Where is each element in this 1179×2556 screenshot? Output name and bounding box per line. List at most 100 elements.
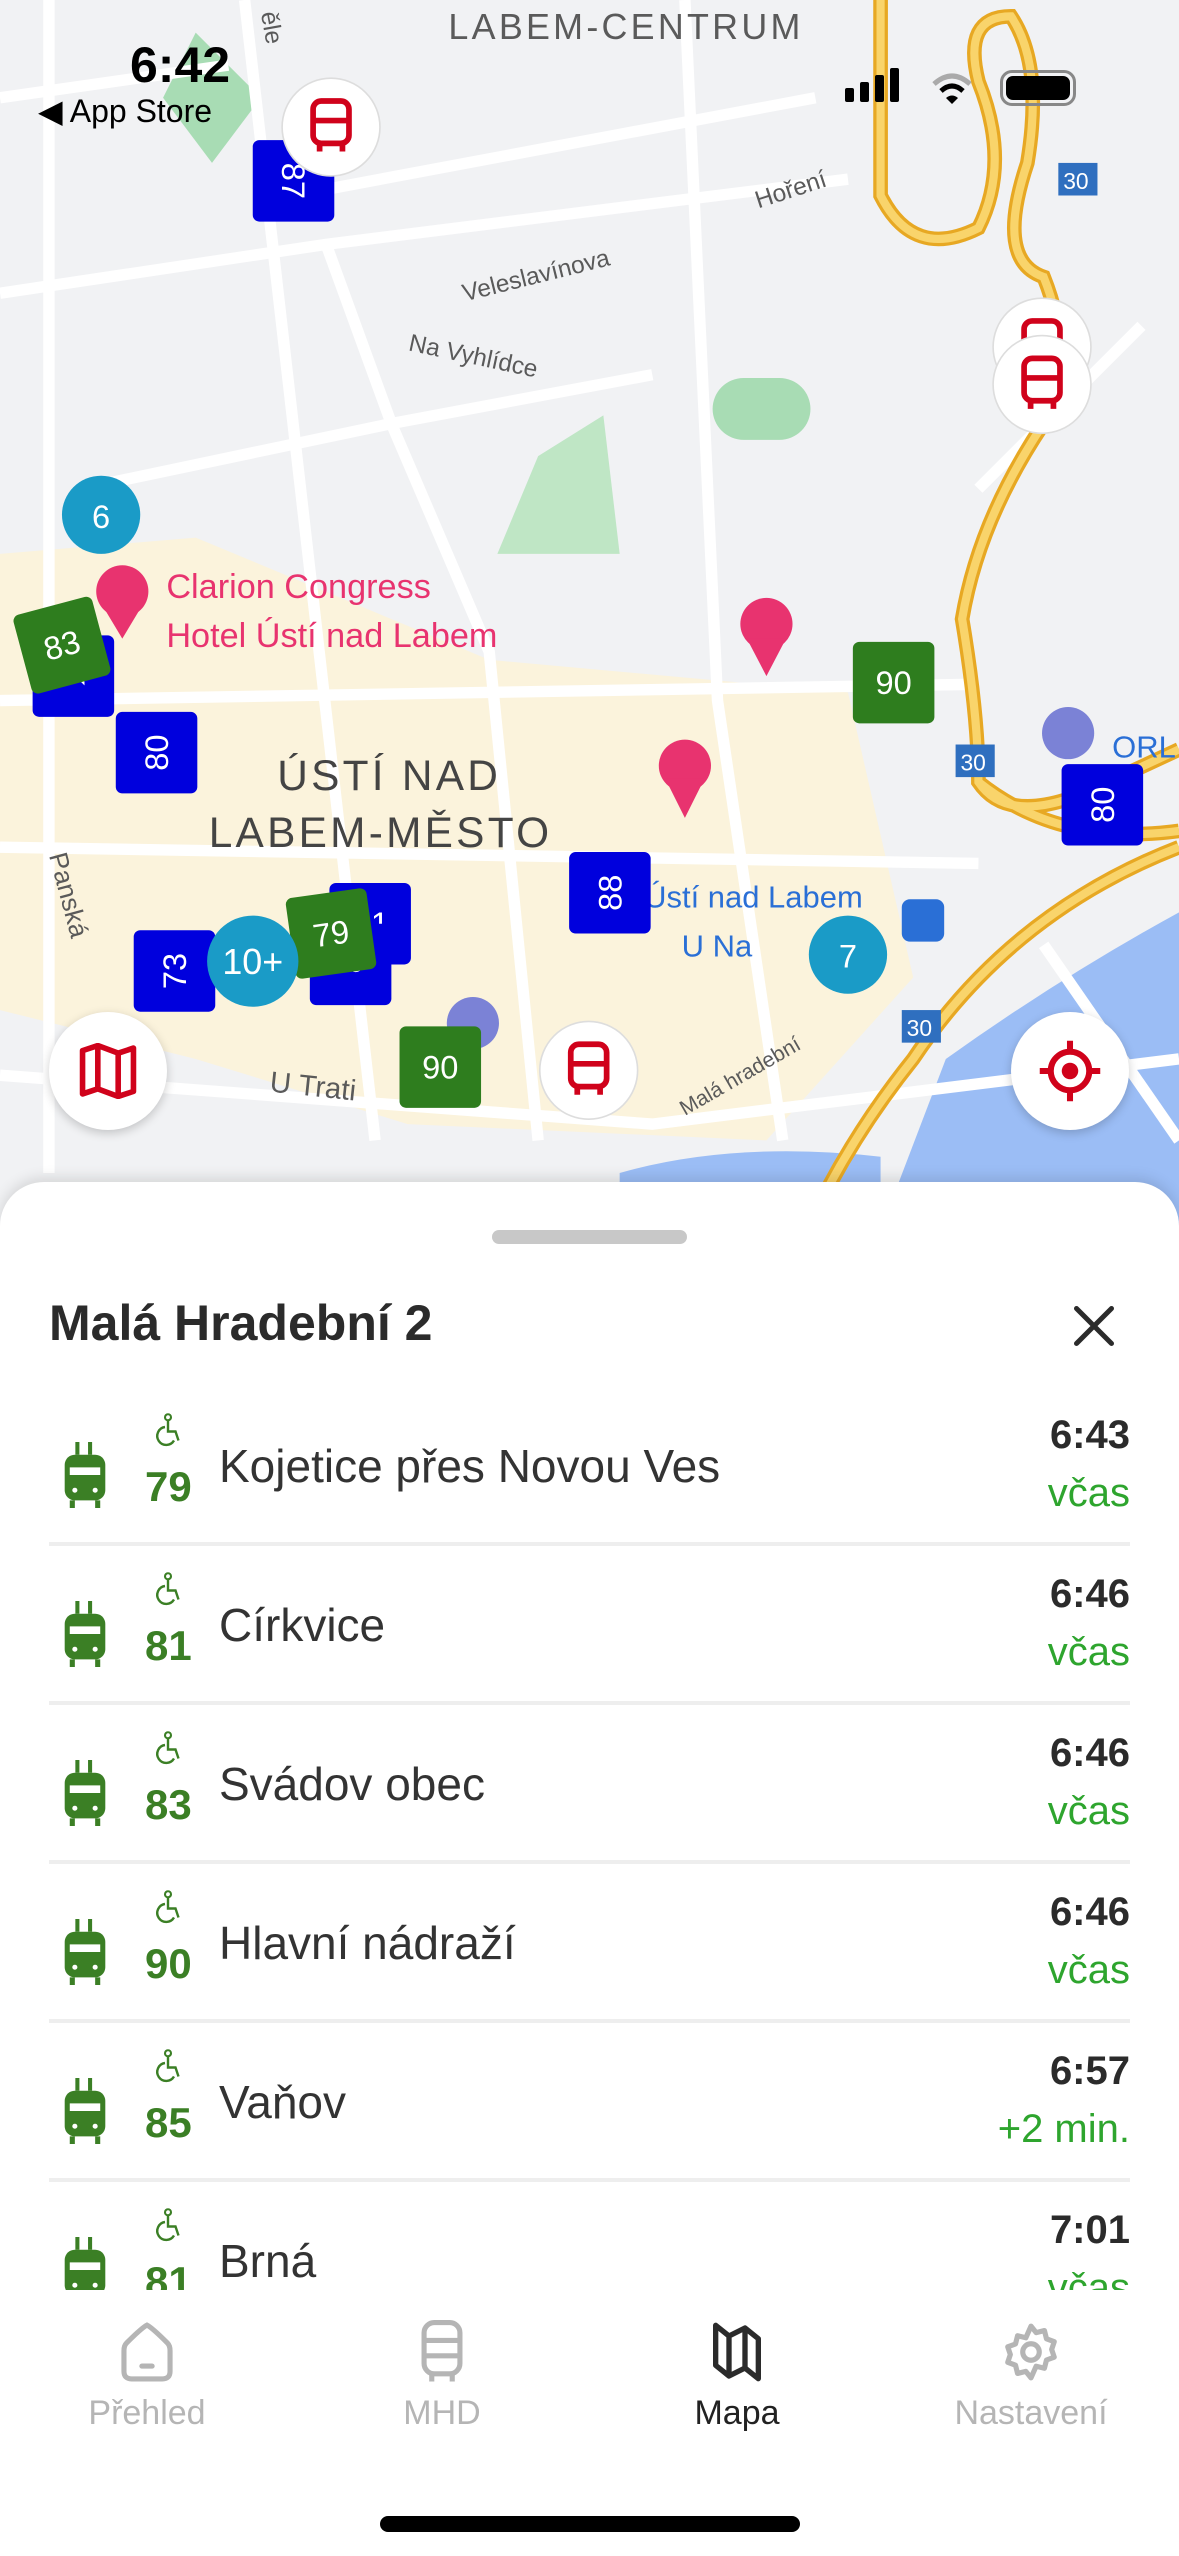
- delay-status: včas: [1047, 1471, 1130, 1515]
- line-marker-80[interactable]: 80: [115, 711, 198, 794]
- wheelchair-icon: [156, 2208, 180, 2242]
- map-layers-button[interactable]: [49, 1012, 167, 1130]
- line-number: 83: [145, 1781, 192, 1828]
- departure-row[interactable]: 79 Kojetice přes Novou Ves 6:43 včas: [49, 1387, 1130, 1546]
- departure-time: 6:57: [1049, 2049, 1130, 2093]
- battery-icon: [1000, 70, 1076, 106]
- map-icon: [79, 1043, 137, 1099]
- destination: Církvice: [219, 1599, 386, 1651]
- poi-label: ORL: [1112, 730, 1176, 765]
- line-number: 90: [145, 1940, 192, 1987]
- map-label: LABEM-MĚSTO: [209, 809, 553, 856]
- svg-text:79: 79: [310, 913, 351, 955]
- tab-label: MHD: [403, 2394, 481, 2432]
- line-marker-80[interactable]: 80: [1061, 764, 1144, 846]
- svg-text:10+: 10+: [222, 942, 283, 982]
- delay-status: včas: [1047, 1789, 1130, 1833]
- bus-icon: [421, 2320, 463, 2382]
- wifi-icon: [932, 73, 972, 104]
- departure-time: 7:01: [1049, 2208, 1130, 2252]
- road-shield: 30: [1063, 168, 1088, 194]
- map-view[interactable]: LABEM-CENTRUM Hoření Veleslavínova Na Vy…: [0, 0, 1179, 1230]
- signal-icon: [845, 68, 899, 102]
- delay-status: včas: [1047, 2266, 1130, 2291]
- bus-stop-marker[interactable]: [992, 334, 1092, 435]
- tab-label: Mapa: [694, 2394, 780, 2432]
- tab-label: Nastavení: [954, 2394, 1108, 2432]
- back-to-app-store[interactable]: ◀ App Store: [38, 92, 212, 130]
- delay-status: včas: [1047, 1948, 1130, 1992]
- station-label: U Na: [682, 928, 753, 963]
- map-label: Na Vyhlídce: [406, 330, 540, 384]
- tab-mapa[interactable]: Mapa: [617, 2320, 857, 2433]
- wheelchair-icon: [156, 1731, 180, 1765]
- tab-label: Přehled: [88, 2394, 206, 2432]
- departure-time: 6:46: [1049, 1890, 1130, 1934]
- departures-list[interactable]: 79 Kojetice přes Novou Ves 6:43 včas 81 …: [0, 1387, 1179, 2291]
- wheelchair-icon: [156, 1413, 180, 1447]
- train-station-icon[interactable]: [901, 899, 945, 942]
- line-number: 85: [145, 2099, 192, 2146]
- station-label: Ústí nad Labem: [644, 879, 863, 914]
- svg-text:7: 7: [839, 938, 857, 975]
- svg-text:80: 80: [138, 735, 175, 771]
- home-indicator[interactable]: [380, 2516, 800, 2532]
- map-canvas[interactable]: LABEM-CENTRUM Hoření Veleslavínova Na Vy…: [0, 0, 1179, 1230]
- sheet-drag-handle[interactable]: [492, 1230, 687, 1244]
- trolleybus-icon: [64, 1919, 106, 1985]
- svg-text:88: 88: [591, 875, 628, 911]
- svg-text:90: 90: [422, 1049, 458, 1086]
- departure-row[interactable]: 90 Hlavní nádraží 6:46 včas: [49, 1864, 1130, 2023]
- line-number: 81: [145, 1622, 192, 1669]
- road-shield: 30: [907, 1015, 932, 1041]
- line-marker-88[interactable]: 88: [569, 852, 651, 934]
- map-label: Hoření: [752, 166, 830, 214]
- destination: Svádov obec: [219, 1758, 485, 1810]
- tab-nastaveni[interactable]: Nastavení: [911, 2320, 1151, 2433]
- departure-time: 6:46: [1049, 1731, 1130, 1775]
- home-icon: [121, 2322, 173, 2382]
- svg-text:73: 73: [156, 953, 193, 989]
- departure-time: 6:46: [1049, 1572, 1130, 1616]
- gas-station-icon[interactable]: [1042, 707, 1095, 760]
- trolleybus-icon: [64, 1760, 106, 1826]
- stop-title: Malá Hradební 2: [49, 1295, 433, 1351]
- gear-icon: [1005, 2323, 1057, 2381]
- hotel-pin-icon[interactable]: [740, 597, 793, 677]
- map-label: ÚSTÍ NAD: [277, 752, 501, 799]
- cluster-marker-10plus[interactable]: 10+: [207, 915, 299, 1007]
- hotel-label: Clarion Congress: [166, 568, 431, 606]
- map-icon: [713, 2322, 761, 2382]
- bus-stop-marker[interactable]: [538, 1020, 639, 1121]
- line-marker-73[interactable]: 73: [133, 930, 216, 1012]
- wheelchair-icon: [156, 1890, 180, 1924]
- tab-prehled[interactable]: Přehled: [27, 2320, 267, 2433]
- svg-text:80: 80: [1084, 787, 1121, 823]
- close-icon[interactable]: [1064, 1296, 1124, 1356]
- wheelchair-icon: [156, 2049, 180, 2083]
- trolleybus-icon: [64, 2237, 106, 2291]
- departure-row[interactable]: 81 Církvice 6:46 včas: [49, 1546, 1130, 1705]
- target-icon: [1039, 1040, 1101, 1102]
- departure-row[interactable]: 81 Brná 7:01 včas: [49, 2182, 1130, 2291]
- trolleybus-icon: [64, 1601, 106, 1667]
- cluster-marker-7[interactable]: 7: [808, 915, 888, 994]
- departure-row[interactable]: 83 Svádov obec 6:46 včas: [49, 1705, 1130, 1864]
- road-shield: 30: [960, 750, 985, 776]
- wheelchair-icon: [156, 1572, 180, 1606]
- tab-mhd[interactable]: MHD: [322, 2320, 562, 2433]
- line-marker-90[interactable]: 90: [852, 641, 935, 724]
- line-marker-79[interactable]: 79: [285, 887, 377, 979]
- line-number: 79: [145, 1463, 192, 1510]
- destination: Hlavní nádraží: [219, 1917, 516, 1969]
- cluster-marker-6[interactable]: 6: [61, 475, 141, 554]
- line-marker-90[interactable]: 90: [399, 1026, 482, 1108]
- trolleybus-icon: [64, 2078, 106, 2144]
- delay-status: +2 min.: [997, 2107, 1130, 2151]
- departure-row[interactable]: 85 Vaňov 6:57 +2 min.: [49, 2023, 1130, 2182]
- status-time: 6:42: [130, 37, 231, 93]
- svg-text:6: 6: [92, 498, 110, 535]
- destination: Brná: [219, 2235, 317, 2287]
- hotel-label: Hotel Ústí nad Labem: [166, 616, 497, 655]
- my-location-button[interactable]: [1011, 1012, 1129, 1130]
